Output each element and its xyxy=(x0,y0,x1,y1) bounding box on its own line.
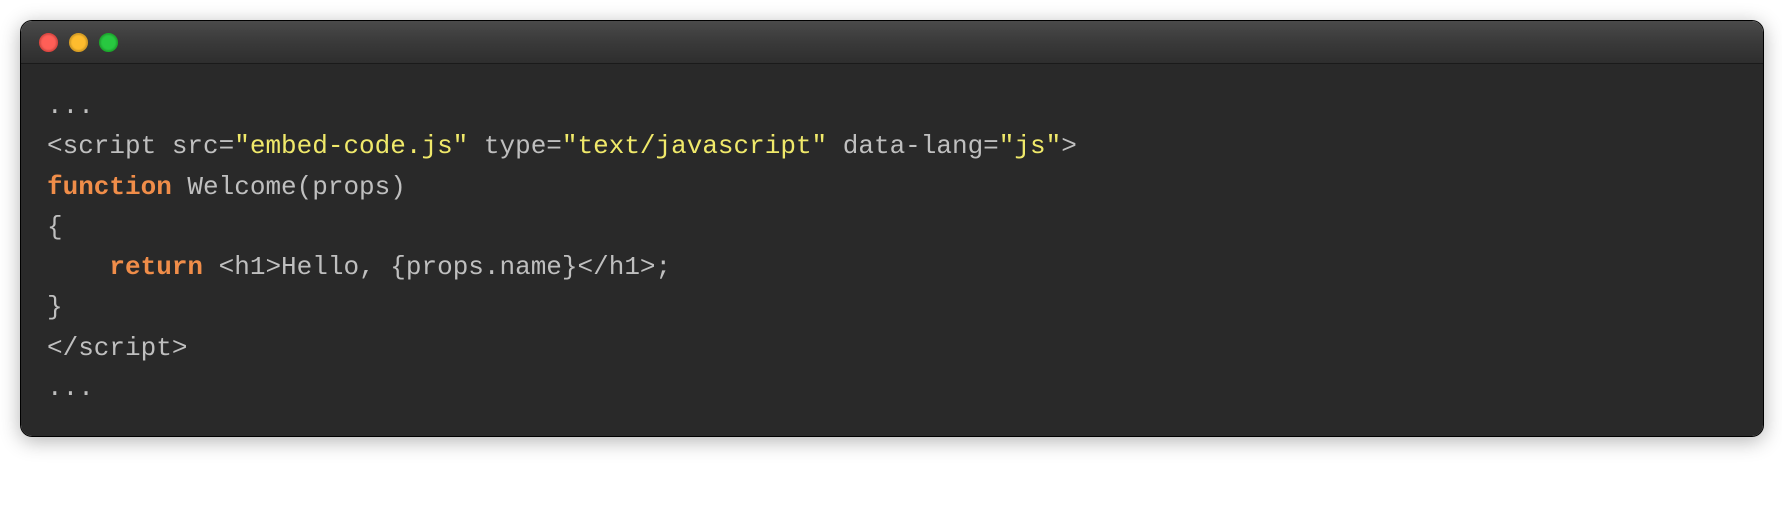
window-titlebar xyxy=(21,21,1763,64)
code-line-6: </script> xyxy=(47,333,187,363)
src-attr-value: "embed-code.js" xyxy=(234,131,468,161)
code-ellipsis-bottom: ... xyxy=(47,373,94,403)
maximize-icon[interactable] xyxy=(99,33,118,52)
type-attr-value: "text/javascript" xyxy=(562,131,827,161)
function-keyword: function xyxy=(47,172,172,202)
function-signature: Welcome(props) xyxy=(172,172,406,202)
code-ellipsis-top: ... xyxy=(47,91,94,121)
close-icon[interactable] xyxy=(39,33,58,52)
data-lang-attr-value: "js" xyxy=(999,131,1061,161)
script-tag-close-bracket: > xyxy=(1061,131,1077,161)
indent xyxy=(47,252,109,282)
code-line-4: return <h1>Hello, {props.name}</h1>; xyxy=(47,252,671,282)
return-keyword: return xyxy=(109,252,203,282)
data-lang-attr-name: data-lang= xyxy=(827,131,999,161)
code-line-2: function Welcome(props) xyxy=(47,172,406,202)
code-line-3: { xyxy=(47,212,63,242)
code-editor: ... <script src="embed-code.js" type="te… xyxy=(21,64,1763,436)
type-attr-name: type= xyxy=(468,131,562,161)
code-line-1: <script src="embed-code.js" type="text/j… xyxy=(47,131,1077,161)
code-window: ... <script src="embed-code.js" type="te… xyxy=(20,20,1764,437)
minimize-icon[interactable] xyxy=(69,33,88,52)
code-line-5: } xyxy=(47,292,63,322)
return-expression: <h1>Hello, {props.name}</h1>; xyxy=(203,252,671,282)
script-open-tag: <script src= xyxy=(47,131,234,161)
